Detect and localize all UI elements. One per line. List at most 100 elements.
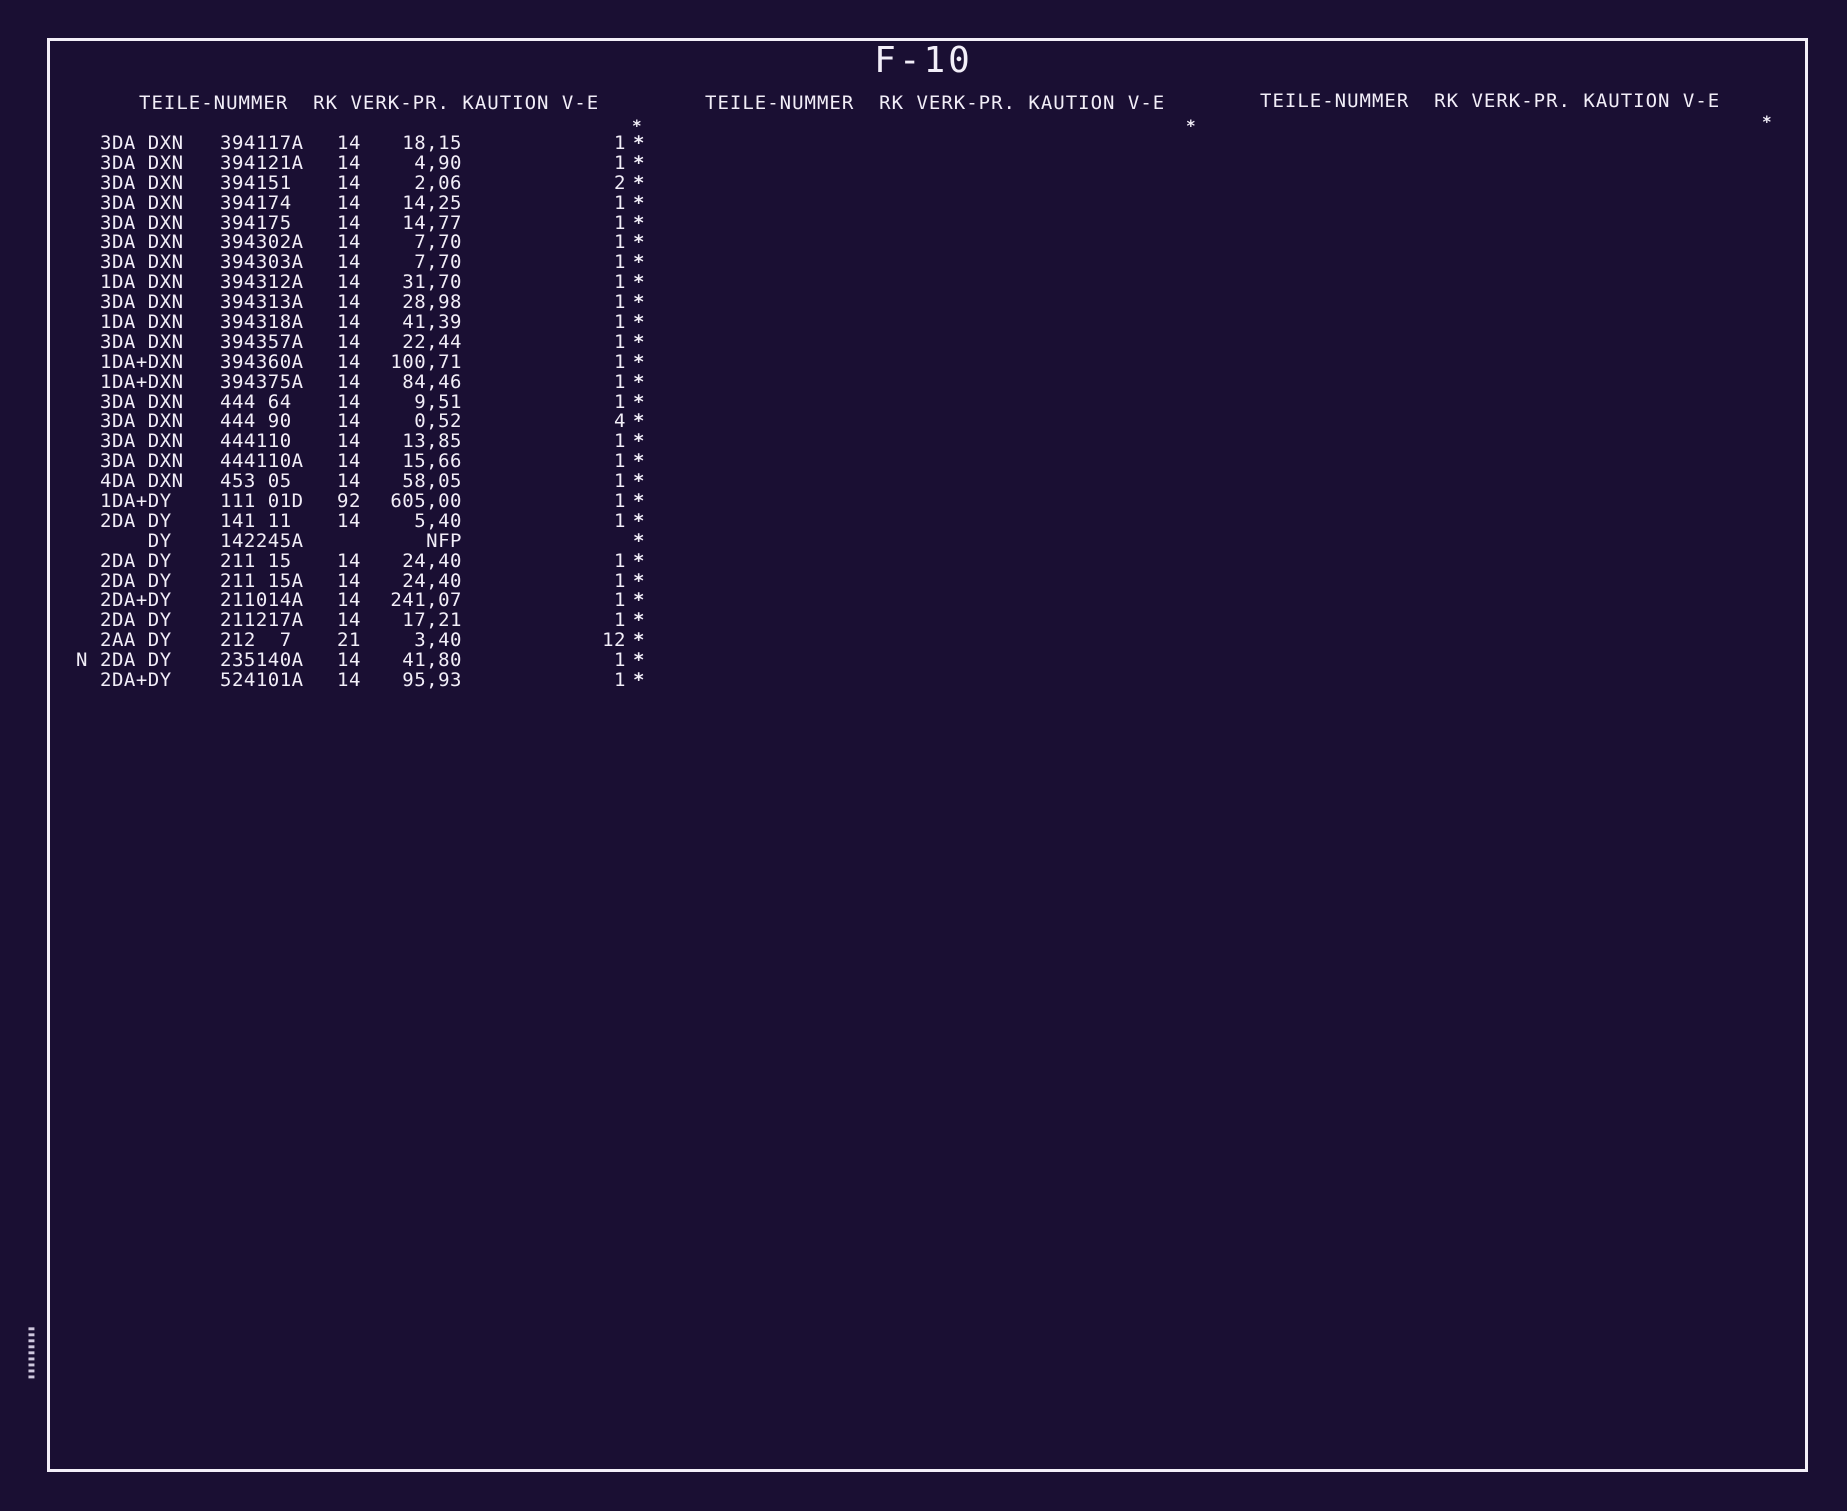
row-star: * <box>633 589 645 612</box>
cell-part: 394151 <box>220 171 292 194</box>
row-star: * <box>633 211 645 234</box>
cell-rk: 14 <box>337 470 361 493</box>
cell-part: 444110A <box>220 450 304 473</box>
cell-prefix: 2DA DY <box>100 509 172 532</box>
cell-ve: 1 <box>614 609 626 632</box>
cell-part: 394375A <box>220 370 304 393</box>
cell-rk: 14 <box>337 251 361 274</box>
cell-prefix: 1DA+DXN <box>100 350 184 373</box>
cell-price: 4,90 <box>414 151 462 174</box>
column-header-2: TEILE-NUMMER RK VERK-PR. KAUTION V-E <box>705 92 1166 114</box>
row-star: * <box>633 271 645 294</box>
row-star: * <box>633 151 645 174</box>
cell-rk: 14 <box>337 669 361 692</box>
cell-price: 31,70 <box>402 271 462 294</box>
cell-price: 7,70 <box>414 251 462 274</box>
cell-prefix: DY <box>100 529 172 552</box>
row-star: * <box>633 470 645 493</box>
row-star: * <box>633 291 645 314</box>
cell-prefix: 3DA DXN <box>100 390 184 413</box>
cell-price: 84,46 <box>402 370 462 393</box>
row-star: * <box>633 132 645 154</box>
cell-ve: 1 <box>614 350 626 373</box>
cell-price: 241,07 <box>390 589 462 612</box>
cell-prefix: 3DA DXN <box>100 132 184 154</box>
cell-ve: 2 <box>614 171 626 194</box>
cell-part: 394174 <box>220 191 292 214</box>
row-star: * <box>633 509 645 532</box>
cell-rk: 14 <box>337 191 361 214</box>
cell-ve: 1 <box>614 589 626 612</box>
row-star: * <box>633 569 645 592</box>
cell-part: 444 90 <box>220 410 292 433</box>
row-star: * <box>633 251 645 274</box>
row-star: * <box>633 549 645 572</box>
cell-prefix: 3DA DXN <box>100 151 184 174</box>
cell-rk: 14 <box>337 509 361 532</box>
cell-ve: 1 <box>614 549 626 572</box>
cell-prefix: 3DA DXN <box>100 191 184 214</box>
row-star: * <box>633 529 645 552</box>
cell-part: 394360A <box>220 350 304 373</box>
cell-rk: 14 <box>337 151 361 174</box>
row-star: * <box>633 629 645 652</box>
cell-ve: 1 <box>614 509 626 532</box>
cell-price: 7,70 <box>414 231 462 254</box>
cell-price: 41,80 <box>402 649 462 672</box>
cell-ve: 1 <box>614 151 626 174</box>
cell-ve: 1 <box>614 132 626 154</box>
row-star: * <box>633 330 645 353</box>
row-star: * <box>633 490 645 513</box>
cell-part: 394175 <box>220 211 292 234</box>
cell-prefix: 3DA DXN <box>100 171 184 194</box>
row-star: * <box>633 649 645 672</box>
cell-price: 24,40 <box>402 569 462 592</box>
cell-prefix: 2AA DY <box>100 629 172 652</box>
cell-part: 111 01D <box>220 490 304 513</box>
cell-ve: 1 <box>614 330 626 353</box>
header-star-2: * <box>1186 116 1196 135</box>
row-star: * <box>633 430 645 453</box>
cell-price: 41,39 <box>402 311 462 334</box>
cell-part: 394312A <box>220 271 304 294</box>
cell-ve: 1 <box>614 370 626 393</box>
cell-ve: 1 <box>614 490 626 513</box>
cell-part: 524101A <box>220 669 304 692</box>
cell-rk: 14 <box>337 430 361 453</box>
cell-part: 394357A <box>220 330 304 353</box>
cell-rk: 14 <box>337 370 361 393</box>
cell-part: 211217A <box>220 609 304 632</box>
cell-rk: 14 <box>337 390 361 413</box>
row-star: * <box>633 390 645 413</box>
cell-rk: 14 <box>337 649 361 672</box>
cell-prefix: 3DA DXN <box>100 291 184 314</box>
cell-prefix: 2DA+DY <box>100 589 172 612</box>
cell-prefix: 3DA DXN <box>100 450 184 473</box>
cell-prefix: 4DA DXN <box>100 470 184 493</box>
cell-ve: 1 <box>614 450 626 473</box>
cell-part: 394318A <box>220 311 304 334</box>
column-header-1: TEILE-NUMMER RK VERK-PR. KAUTION V-E <box>139 92 600 114</box>
cell-ve: 1 <box>614 191 626 214</box>
cell-prefix: 3DA DXN <box>100 211 184 234</box>
cell-price: 95,93 <box>402 669 462 692</box>
cell-price: 605,00 <box>390 490 462 513</box>
cell-price: 5,40 <box>414 509 462 532</box>
cell-prefix: 3DA DXN <box>100 330 184 353</box>
cell-ve: 1 <box>614 311 626 334</box>
cell-part: 142245A <box>220 529 304 552</box>
cell-price: 3,40 <box>414 629 462 652</box>
cell-prefix: 1DA+DXN <box>100 370 184 393</box>
cell-part: 141 11 <box>220 509 292 532</box>
cell-rk: 14 <box>337 450 361 473</box>
cell-rk: 14 <box>337 330 361 353</box>
cell-prefix: 3DA DXN <box>100 251 184 274</box>
cell-part: 394121A <box>220 151 304 174</box>
cell-price: 18,15 <box>402 132 462 154</box>
row-star: * <box>633 311 645 334</box>
row-star: * <box>633 669 645 692</box>
cell-part: 394117A <box>220 132 304 154</box>
cell-prefix: 2DA DY <box>100 609 172 632</box>
cell-rk: 14 <box>337 271 361 294</box>
cell-rk: 14 <box>337 231 361 254</box>
